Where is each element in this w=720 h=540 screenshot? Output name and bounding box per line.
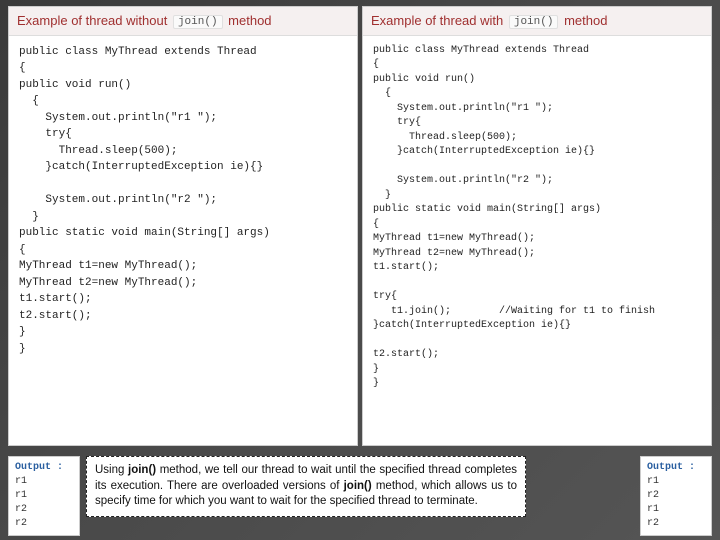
left-output-text: r1 r1 r2 r2 [15,476,27,529]
left-header-suffix: method [228,13,271,28]
left-panel: Example of thread without join() method … [8,6,358,446]
left-output-label: Output : [15,462,63,473]
right-code: public class MyThread extends Thread { p… [363,36,711,400]
left-header: Example of thread without join() method [9,7,357,36]
panels-row: Example of thread without join() method … [0,0,720,446]
right-panel: Example of thread with join() method pub… [362,6,712,446]
left-header-chip: join() [173,15,223,29]
right-header-chip: join() [509,15,559,29]
right-header-prefix: Example of thread with [371,13,503,28]
explanation-box: Using join() method, we tell our thread … [86,456,526,517]
bottom-row: Output : r1 r1 r2 r2 Using join() method… [8,456,712,536]
left-code: public class MyThread extends Thread { p… [9,36,357,366]
right-output-text: r1 r2 r1 r2 [647,476,659,529]
right-output: Output : r1 r2 r1 r2 [640,456,712,536]
left-header-prefix: Example of thread without [17,13,167,28]
right-header: Example of thread with join() method [363,7,711,36]
right-header-suffix: method [564,13,607,28]
right-output-label: Output : [647,462,695,473]
explanation-text: Using join() method, we tell our thread … [95,464,517,507]
left-output: Output : r1 r1 r2 r2 [8,456,80,536]
